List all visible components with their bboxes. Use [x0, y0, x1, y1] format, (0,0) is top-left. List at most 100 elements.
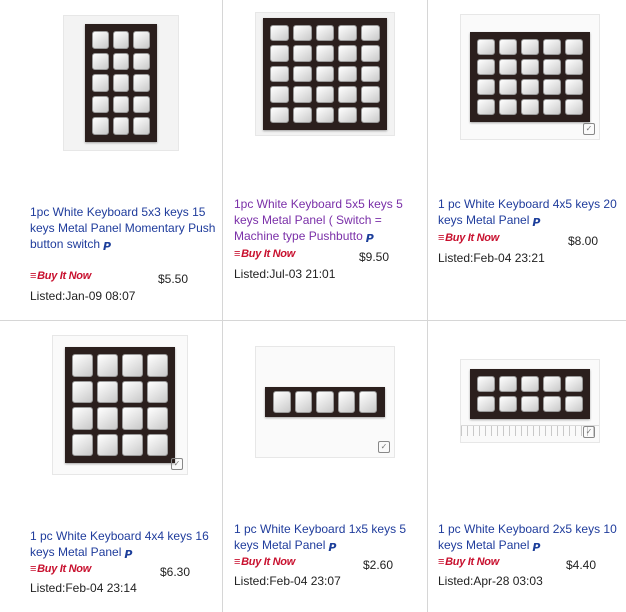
listing-title[interactable]: 1 pc White Keyboard 4x5 keys 20 keys Met…	[438, 196, 624, 229]
keypad-key	[112, 117, 130, 135]
keypad-key	[338, 86, 358, 103]
keypad-key	[338, 65, 358, 83]
keypad-key	[477, 376, 495, 392]
keypad-key	[112, 95, 130, 114]
keypad-key	[122, 380, 143, 403]
watermark-icon: ✓	[378, 441, 390, 453]
keypad-key	[72, 433, 93, 456]
keypad-key	[294, 391, 313, 413]
keypad-key	[521, 59, 539, 75]
listing-card: 1pc White Keyboard 5x3 keys 15 keys Meta…	[0, 0, 222, 320]
listing-title[interactable]: 1pc White Keyboard 5x3 keys 15 keys Meta…	[30, 204, 220, 253]
keypad-key	[270, 65, 289, 83]
keypad-key	[361, 86, 380, 103]
paypal-icon: P	[532, 541, 541, 554]
keypad-key	[521, 99, 539, 115]
keypad-key	[92, 31, 109, 49]
keypad-key	[521, 396, 539, 412]
keypad-key	[521, 376, 539, 392]
listing-price: $9.50	[359, 250, 390, 264]
listing-card: 1pc White Keyboard 5x5 keys 5 keys Metal…	[223, 0, 427, 320]
keypad-key	[565, 396, 583, 412]
keypad-key	[337, 391, 356, 413]
keypad-key	[565, 99, 583, 115]
keypad-key	[565, 39, 583, 55]
keypad-key	[122, 407, 143, 430]
product-image[interactable]	[63, 15, 179, 151]
buy-it-now-icon: ≡Buy It Now	[234, 556, 295, 568]
keypad-key	[477, 99, 495, 115]
listing-card: ✓ 1 pc White Keyboard 1x5 keys 5 keys Me…	[223, 321, 427, 612]
listing-price: $2.60	[363, 558, 394, 572]
keypad-key	[92, 95, 109, 114]
keypad-key	[270, 25, 289, 42]
paypal-icon: P	[365, 232, 374, 245]
keypad-key	[133, 52, 150, 71]
watermark-icon: ✓	[583, 123, 595, 135]
buy-it-now-icon: ≡Buy It Now	[438, 556, 499, 568]
keypad-key	[315, 25, 335, 42]
keypad-key	[499, 39, 517, 55]
keypad-key	[565, 376, 583, 392]
keypad-key	[292, 45, 312, 62]
keypad-key	[133, 95, 150, 114]
product-image[interactable]: ✓	[52, 335, 188, 475]
product-image[interactable]: ✓	[460, 359, 600, 443]
watermark-icon: ✓	[583, 426, 595, 438]
keypad-key	[565, 79, 583, 95]
keypad-key	[543, 99, 561, 115]
keypad-key	[359, 391, 377, 413]
keypad-key	[270, 106, 289, 123]
product-image[interactable]: ✓	[255, 346, 395, 458]
buy-it-now-icon: ≡Buy It Now	[30, 563, 91, 575]
keypad-key	[499, 376, 517, 392]
keypad-key	[315, 45, 335, 62]
keypad-key	[361, 45, 380, 62]
product-image[interactable]: ✓	[460, 14, 600, 140]
keypad-key	[122, 433, 143, 456]
keypad-key	[97, 407, 118, 430]
keypad-key	[338, 45, 358, 62]
keypad-key	[292, 65, 312, 83]
listing-title[interactable]: 1 pc White Keyboard 4x4 keys 16 keys Met…	[30, 528, 220, 561]
keypad-key	[521, 79, 539, 95]
keypad-key	[292, 106, 312, 123]
keypad-key	[292, 86, 312, 103]
keypad-key	[543, 59, 561, 75]
keypad-key	[133, 31, 150, 49]
listed-date: Listed:Jul-03 21:01	[234, 267, 336, 281]
keypad-key	[499, 79, 517, 95]
keypad-key	[97, 380, 118, 403]
keypad-key	[270, 45, 289, 62]
keypad-key	[273, 391, 291, 413]
listing-title[interactable]: 1 pc White Keyboard 2x5 keys 10 keys Met…	[438, 521, 624, 554]
keypad-key	[477, 59, 495, 75]
product-image[interactable]	[255, 12, 395, 136]
listed-date: Listed:Jan-09 08:07	[30, 289, 136, 303]
listing-card: ✓ 1 pc White Keyboard 2x5 keys 10 keys M…	[428, 321, 626, 612]
keypad-key	[361, 106, 380, 123]
keypad-key	[338, 25, 358, 42]
keypad-photo	[65, 347, 175, 463]
keypad-key	[543, 39, 561, 55]
keypad-key	[316, 391, 334, 413]
keypad-key	[133, 74, 150, 92]
listing-title[interactable]: 1 pc White Keyboard 1x5 keys 5 keys Meta…	[234, 521, 424, 554]
keypad-key	[147, 407, 168, 430]
keypad-key	[147, 354, 168, 377]
keypad-key	[499, 99, 517, 115]
paypal-icon: P	[103, 240, 112, 253]
keypad-key	[292, 25, 312, 42]
keypad-key	[92, 74, 109, 92]
listing-price: $4.40	[566, 558, 597, 572]
keypad-key	[543, 376, 561, 392]
keypad-key	[315, 65, 335, 83]
listing-price: $5.50	[158, 272, 189, 286]
keypad-key	[112, 31, 130, 49]
keypad-key	[72, 354, 93, 377]
keypad-key	[543, 79, 561, 95]
keypad-photo	[85, 24, 157, 142]
keypad-key	[147, 380, 168, 403]
keypad-key	[361, 65, 380, 83]
listing-title[interactable]: 1pc White Keyboard 5x5 keys 5 keys Metal…	[234, 196, 424, 245]
